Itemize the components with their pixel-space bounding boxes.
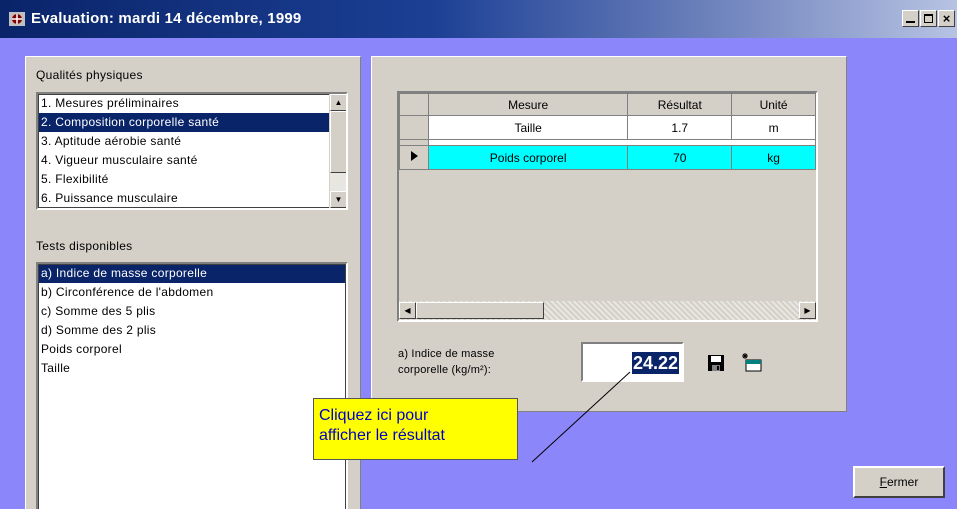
scroll-down-icon: ▼ [334, 195, 343, 204]
right-panel: Mesure Résultat Unité Taille 1.7 m Poids… [371, 56, 847, 412]
cell-resultat[interactable]: 70 [627, 145, 733, 170]
fermer-button[interactable]: Fermer [853, 466, 945, 498]
current-row-arrow-icon [410, 151, 418, 161]
hscroll-thumb[interactable] [416, 302, 544, 319]
list-item[interactable]: 4. Vigueur musculaire santé [38, 151, 346, 170]
list-item[interactable]: b) Circonférence de l'abdomen [38, 283, 346, 302]
list-item[interactable]: 3. Aptitude aérobie santé [38, 132, 346, 151]
table-row[interactable]: Poids corporel 70 kg [399, 145, 816, 170]
scroll-left-button[interactable]: ◀ [399, 302, 416, 319]
row-selector[interactable] [399, 115, 429, 140]
list-item[interactable]: c) Somme des 5 plis [38, 302, 346, 321]
qualites-label: Qualités physiques [36, 68, 143, 82]
qualites-listbox[interactable]: 1. Mesures préliminaires 2. Composition c… [36, 92, 348, 210]
result-field[interactable]: 24.22 [581, 342, 684, 382]
list-item[interactable]: 2. Composition corporelle santé [38, 113, 346, 132]
maximize-icon [924, 14, 933, 23]
scroll-thumb[interactable] [330, 111, 346, 173]
scroll-right-icon: ▶ [804, 306, 811, 315]
close-icon: × [942, 11, 951, 26]
callout-line-1: Cliquez ici pour [319, 407, 429, 424]
title-bar: Evaluation: mardi 14 décembre, 1999 × [0, 0, 957, 38]
scroll-right-button[interactable]: ▶ [799, 302, 816, 319]
header-mesure: Mesure [427, 93, 629, 116]
left-panel: Qualités physiques 1. Mesures préliminai… [25, 56, 361, 509]
save-button[interactable] [702, 349, 730, 377]
app-icon [9, 12, 25, 26]
list-item[interactable]: a) Indice de masse corporelle [38, 264, 346, 283]
result-label: a) Indice de masse corporelle (kg/m²): [398, 348, 495, 376]
list-item[interactable]: Poids corporel [38, 340, 346, 359]
list-item[interactable]: Taille [38, 359, 346, 378]
tests-label: Tests disponibles [36, 239, 133, 253]
qualites-scrollbar[interactable]: ▲ ▼ [329, 94, 346, 208]
scroll-up-icon: ▲ [334, 98, 343, 107]
scroll-left-icon: ◀ [404, 306, 411, 315]
list-item[interactable]: 1. Mesures préliminaires [38, 94, 346, 113]
minimize-icon [906, 21, 915, 23]
tests-listbox[interactable]: a) Indice de masse corporelle b) Circonfé… [36, 262, 348, 509]
list-item[interactable]: d) Somme des 2 plis [38, 321, 346, 340]
cell-resultat[interactable]: 1.7 [627, 115, 733, 140]
new-document-icon [742, 353, 762, 372]
header-indicator [399, 93, 429, 116]
header-resultat: Résultat [627, 93, 733, 116]
maximize-button[interactable] [920, 10, 937, 27]
new-record-button[interactable] [738, 349, 766, 377]
header-unite: Unité [731, 93, 816, 116]
floppy-disk-icon [708, 355, 724, 371]
cell-mesure[interactable]: Poids corporel [427, 145, 629, 170]
cell-mesure[interactable]: Taille [427, 115, 629, 140]
scroll-up-button[interactable]: ▲ [330, 94, 346, 111]
list-item[interactable]: 5. Flexibilité [38, 170, 346, 189]
row-selector-current[interactable] [399, 145, 429, 170]
cell-unite[interactable]: m [731, 115, 816, 140]
result-value[interactable]: 24.22 [631, 352, 679, 374]
measures-table: Mesure Résultat Unité Taille 1.7 m Poids… [399, 93, 817, 170]
measures-grid[interactable]: Mesure Résultat Unité Taille 1.7 m Poids… [397, 91, 818, 322]
callout-box: Cliquez ici pour afficher le résultat [313, 398, 518, 460]
minimize-button[interactable] [902, 10, 919, 27]
list-item[interactable]: 6. Puissance musculaire [38, 189, 346, 208]
table-row[interactable]: Taille 1.7 m [399, 115, 816, 140]
grid-horizontal-scrollbar[interactable]: ◀ ▶ [399, 301, 816, 320]
table-header-row: Mesure Résultat Unité [399, 93, 816, 116]
callout-line-2: afficher le résultat [319, 427, 445, 444]
close-button[interactable]: × [938, 10, 955, 27]
window-title: Evaluation: mardi 14 décembre, 1999 [31, 10, 302, 27]
cell-unite[interactable]: kg [731, 145, 816, 170]
scroll-down-button[interactable]: ▼ [330, 191, 346, 208]
